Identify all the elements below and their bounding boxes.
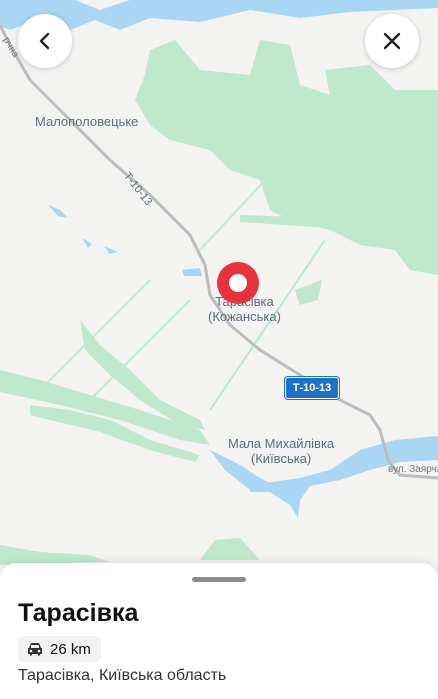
close-icon: [383, 32, 401, 50]
map-label-mala-mykhailivka-line2: (Київська): [250, 451, 312, 466]
back-button[interactable]: [18, 14, 72, 68]
map-label-tarasivka-line2: (Кожанська): [208, 309, 281, 324]
distance-value: 26 km: [50, 640, 91, 658]
map-label-mala-mykhailivka-line1: Мала Михайлівка: [228, 436, 335, 451]
car-icon: [28, 643, 42, 656]
place-bottom-sheet[interactable]: Тарасівка 26 km Тарасівка, Київська обла…: [0, 563, 438, 699]
road-badge: Т-10-13: [285, 377, 339, 399]
map-label-malopolovetske: Малополовецьке: [35, 114, 139, 129]
close-button[interactable]: [365, 14, 419, 68]
sheet-drag-handle[interactable]: [192, 577, 246, 582]
chevron-left-icon: [39, 32, 50, 50]
distance-chip: 26 km: [18, 636, 101, 662]
location-pin-center: [229, 274, 247, 292]
place-title: Тарасівка: [18, 599, 139, 627]
location-pin-icon[interactable]: [217, 262, 259, 304]
place-subtitle: Тарасівка, Київська область: [18, 667, 227, 684]
map-label-mala-mykhailivka: Мала Михайлівка (Київська): [228, 436, 334, 466]
map-label-street: вул. Заярчан: [388, 464, 438, 475]
